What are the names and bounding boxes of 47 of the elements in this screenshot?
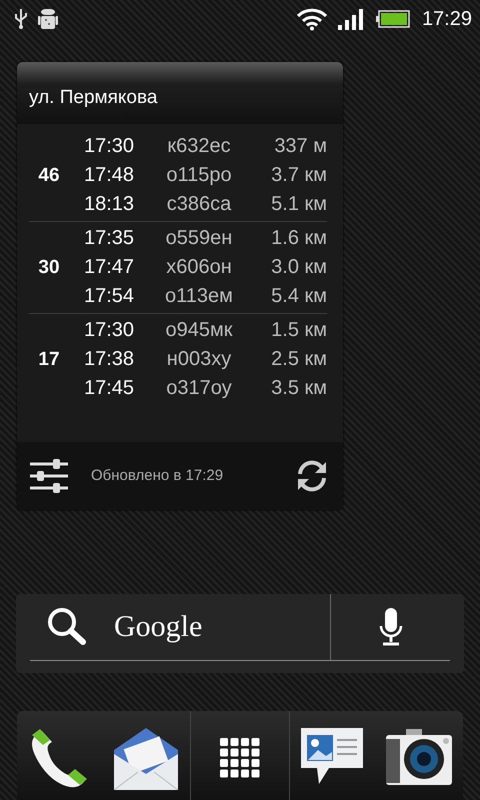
- arrival-time: 17:48: [82, 164, 136, 187]
- arrival-time: 17:45: [82, 377, 136, 400]
- route-number: 17: [37, 348, 61, 370]
- signal-icon: [338, 7, 366, 31]
- status-time: 17:29: [422, 8, 472, 30]
- route-number: 46: [37, 164, 61, 186]
- arrival-time: 17:30: [82, 319, 136, 342]
- google-logo: Google: [114, 610, 202, 644]
- vehicle-plate: к632ес: [166, 135, 232, 158]
- stop-title: ул. Пермякова: [29, 87, 158, 109]
- vehicle-plate: х606он: [165, 256, 233, 279]
- vehicle-plate: с386са: [166, 193, 232, 216]
- app-grid-icon[interactable]: [220, 738, 260, 778]
- arrival-time: 17:35: [82, 227, 136, 250]
- vehicle-plate: о945мк: [164, 319, 234, 342]
- arrival-time: 17:30: [82, 135, 136, 158]
- vehicle-plate: о317оу: [165, 377, 233, 400]
- arrival-time: 17:54: [82, 285, 136, 308]
- distance: 2.5 км: [270, 348, 327, 371]
- microphone-icon[interactable]: [378, 608, 402, 646]
- vehicle-plate: о559ен: [164, 227, 234, 250]
- arrival-time: 18:13: [82, 193, 136, 216]
- vehicle-plate: о115ро: [165, 164, 233, 187]
- route-number: 30: [37, 256, 61, 278]
- distance: 3.7 км: [270, 164, 327, 187]
- distance: 3.0 км: [270, 256, 327, 279]
- distance: 3.5 км: [270, 377, 327, 400]
- distance: 1.6 км: [270, 227, 327, 250]
- usb-icon: [14, 8, 28, 30]
- search-icon: [46, 606, 88, 647]
- refresh-icon[interactable]: [295, 458, 329, 493]
- vehicle-plate: о113ем: [164, 285, 234, 308]
- camera-icon[interactable]: [384, 729, 454, 788]
- search-bar[interactable]: Google: [16, 594, 464, 673]
- updated-time: Обновлено в 17:29: [91, 467, 224, 484]
- battery-icon: [376, 9, 410, 29]
- arrival-time: 17:38: [82, 348, 136, 371]
- distance: 5.4 км: [270, 285, 327, 308]
- distance: 5.1 км: [270, 193, 327, 216]
- mail-icon[interactable]: [113, 726, 180, 790]
- arrival-time: 17:47: [82, 256, 136, 279]
- wifi-icon: [296, 7, 328, 31]
- distance: 1.5 км: [270, 319, 327, 342]
- android-icon: [38, 7, 58, 31]
- settings-icon[interactable]: [29, 458, 69, 493]
- vehicle-plate: н003ху: [166, 348, 232, 371]
- distance: 337 м: [273, 135, 327, 158]
